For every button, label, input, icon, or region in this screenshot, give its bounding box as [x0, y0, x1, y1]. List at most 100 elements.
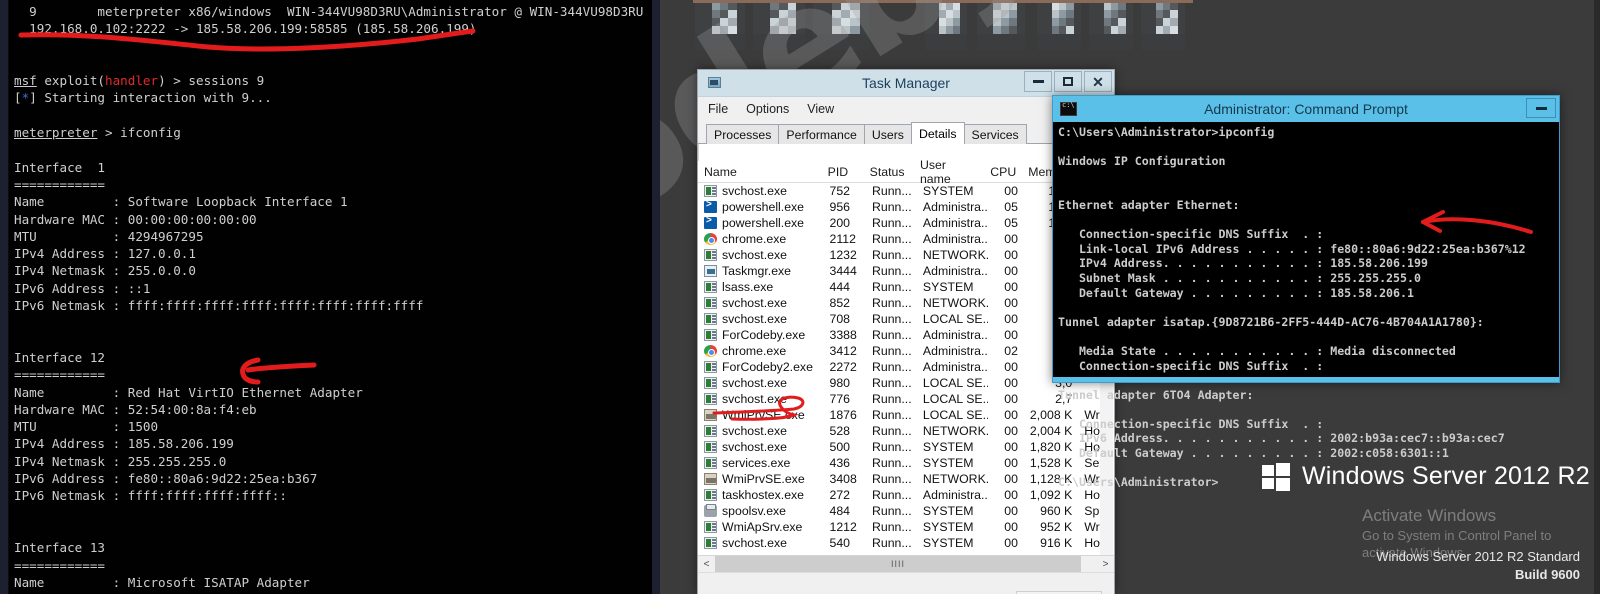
close-button[interactable]: ✕ — [1084, 71, 1112, 92]
process-memory: 952 K — [1024, 520, 1078, 534]
build-edition: Windows Server 2012 R2 Standard — [1376, 548, 1580, 566]
process-cpu: 00 — [988, 440, 1024, 454]
column-header-pid[interactable]: PID — [822, 165, 864, 179]
column-header-status[interactable]: Status — [864, 165, 914, 179]
process-pid: 3444 — [823, 264, 865, 278]
process-cpu: 02 — [988, 344, 1024, 358]
table-row[interactable]: services.exe436Runn...SYSTEM001,528 KSe — [698, 455, 1114, 471]
table-row[interactable]: spoolsv.exe484Runn...SYSTEM00960 KSp — [698, 503, 1114, 519]
task-manager-titlebar[interactable]: Task Manager ✕ — [698, 70, 1114, 97]
wmi-process-icon — [704, 473, 717, 485]
process-name: svchost.exe — [722, 536, 787, 550]
table-row[interactable]: WmiPrvSE.exe1876Runn...LOCAL SE...002,00… — [698, 407, 1114, 423]
process-cpu: 00 — [988, 392, 1024, 406]
process-pid: 980 — [823, 376, 865, 390]
process-status: Runn... — [866, 216, 917, 230]
cmd-minimize-button[interactable] — [1526, 98, 1556, 118]
process-name: chrome.exe — [722, 232, 786, 246]
process-user-name: Administra... — [917, 200, 988, 214]
process-status: Runn... — [866, 264, 917, 278]
maximize-button[interactable] — [1054, 71, 1082, 92]
menu-item-view[interactable]: View — [807, 102, 834, 116]
table-row[interactable]: svchost.exe776Runn...LOCAL SE...002,7 — [698, 391, 1114, 407]
column-header-name[interactable]: Name — [698, 165, 822, 179]
metasploit-terminal-window[interactable]: 9 meterpreter x86/windows WIN-344VU98D3R… — [0, 0, 660, 594]
tab-services[interactable]: Services — [964, 124, 1027, 144]
process-user-name: NETWORK... — [917, 248, 988, 262]
process-cpu: 00 — [988, 184, 1024, 198]
process-status: Runn... — [866, 456, 917, 470]
process-name: svchost.exe — [722, 312, 787, 326]
hscroll-thumb[interactable]: IIII — [715, 556, 1081, 573]
generic-process-icon — [704, 377, 717, 389]
table-row[interactable]: WmiApSrv.exe1212Runn...SYSTEM00952 KWr — [698, 519, 1114, 535]
generic-process-icon — [704, 361, 717, 373]
process-user-name: LOCAL SE... — [917, 392, 988, 406]
table-row[interactable]: svchost.exe540Runn...SYSTEM00916 KHo — [698, 535, 1114, 551]
process-cpu: 05 — [988, 200, 1024, 214]
hscroll-track[interactable]: IIII — [715, 556, 1097, 573]
process-memory: 960 K — [1024, 504, 1078, 518]
build-watermark: Windows Server 2012 R2 Standard Build 96… — [1376, 548, 1580, 584]
process-name: services.exe — [722, 456, 790, 470]
process-cpu: 00 — [988, 328, 1024, 342]
command-prompt-window[interactable]: Administrator: Command Prompt C:\Users\A… — [1052, 95, 1560, 383]
column-header-cpu[interactable]: CPU — [984, 165, 1022, 179]
process-user-name: SYSTEM — [917, 280, 988, 294]
command-prompt-titlebar[interactable]: Administrator: Command Prompt — [1053, 96, 1559, 122]
desktop-right-edge — [1594, 0, 1600, 594]
tab-users[interactable]: Users — [864, 124, 912, 144]
tab-processes[interactable]: Processes — [706, 124, 779, 144]
process-pid: 1232 — [823, 248, 865, 262]
table-row[interactable]: taskhostex.exe272Runn...Administra...001… — [698, 487, 1114, 503]
chrome-process-icon — [704, 233, 717, 245]
build-number: Build 9600 — [1376, 566, 1580, 584]
wmi-process-icon — [704, 409, 717, 421]
generic-process-icon — [704, 425, 717, 437]
terminal-output: 9 meterpreter x86/windows WIN-344VU98D3R… — [14, 3, 650, 594]
generic-process-icon — [704, 297, 717, 309]
minimize-button[interactable] — [1024, 71, 1052, 92]
window-controls: ✕ — [1024, 71, 1112, 92]
terminal-scrollbar[interactable] — [652, 0, 660, 594]
process-pid: 528 — [823, 424, 865, 438]
process-name: ForCodeby2.exe — [722, 360, 813, 374]
process-name: svchost.exe — [722, 184, 787, 198]
table-row[interactable]: svchost.exe528Runn...NETWORK...002,004 K… — [698, 423, 1114, 439]
process-status: Runn... — [866, 248, 917, 262]
process-cpu: 00 — [988, 360, 1024, 374]
process-memory: 916 K — [1024, 536, 1078, 550]
hscroll-left-icon[interactable]: < — [698, 556, 715, 573]
process-pid: 956 — [823, 200, 865, 214]
process-name: taskhostex.exe — [722, 488, 804, 502]
menu-item-file[interactable]: File — [708, 102, 728, 116]
table-row[interactable]: svchost.exe500Runn...SYSTEM001,820 KHo — [698, 439, 1114, 455]
process-user-name: LOCAL SE... — [917, 312, 988, 326]
process-status: Runn... — [866, 520, 917, 534]
tab-details[interactable]: Details — [911, 122, 965, 144]
process-cpu: 00 — [988, 264, 1024, 278]
process-table-hscrollbar[interactable]: < IIII > — [698, 555, 1114, 572]
process-pid: 2272 — [823, 360, 865, 374]
process-status: Runn... — [866, 296, 917, 310]
ps-process-icon — [704, 217, 717, 229]
table-row[interactable]: WmiPrvSE.exe3408Runn...NETWORK...001,128… — [698, 471, 1114, 487]
process-cpu: 00 — [988, 232, 1024, 246]
tm-process-icon — [704, 265, 717, 277]
process-user-name: NETWORK... — [917, 424, 988, 438]
screenshot-root: Windows Server 2012 R2 Activate Windows … — [0, 0, 1600, 594]
command-prompt-title: Administrator: Command Prompt — [1053, 101, 1559, 117]
menu-item-options[interactable]: Options — [746, 102, 789, 116]
generic-process-icon — [704, 537, 717, 549]
column-header-user-name[interactable]: User name — [914, 158, 984, 186]
process-user-name: SYSTEM — [917, 504, 988, 518]
process-pid: 500 — [823, 440, 865, 454]
process-cpu: 00 — [988, 488, 1024, 502]
hscroll-right-icon[interactable]: > — [1097, 556, 1114, 573]
process-cpu: 00 — [988, 312, 1024, 326]
process-user-name: LOCAL SE... — [917, 408, 988, 422]
tab-performance[interactable]: Performance — [778, 124, 864, 144]
generic-process-icon — [704, 441, 717, 453]
process-name: svchost.exe — [722, 248, 787, 262]
process-name: WmiApSrv.exe — [722, 520, 802, 534]
